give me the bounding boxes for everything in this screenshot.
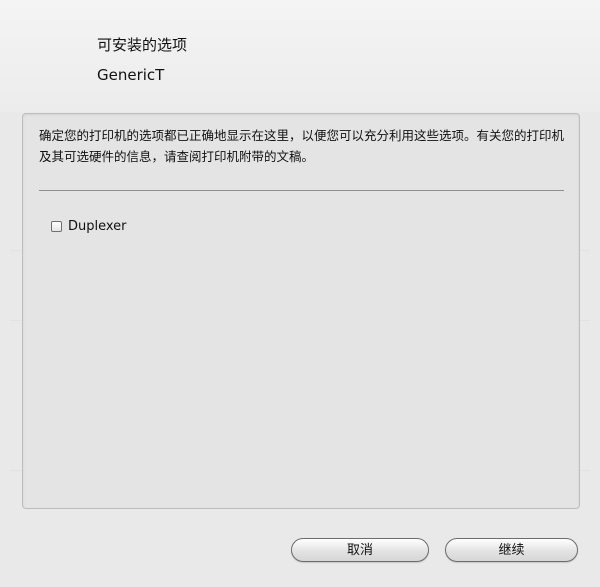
duplexer-checkbox[interactable] [51,221,62,232]
option-duplexer[interactable]: Duplexer [51,219,127,234]
dialog-title: 可安装的选项 [97,36,188,54]
divider [39,190,564,191]
options-description: 确定您的打印机的选项都已正确地显示在这里，以便您可以充分利用这些选项。有关您的打… [39,128,565,164]
options-panel: 确定您的打印机的选项都已正确地显示在这里，以便您可以充分利用这些选项。有关您的打… [22,113,580,509]
duplexer-label[interactable]: Duplexer [68,219,127,234]
printer-model: GenericT [97,66,165,84]
cancel-button[interactable]: 取消 [291,538,429,562]
sheet-header: 可安装的选项 GenericT [0,0,600,112]
continue-button[interactable]: 继续 [445,538,578,562]
